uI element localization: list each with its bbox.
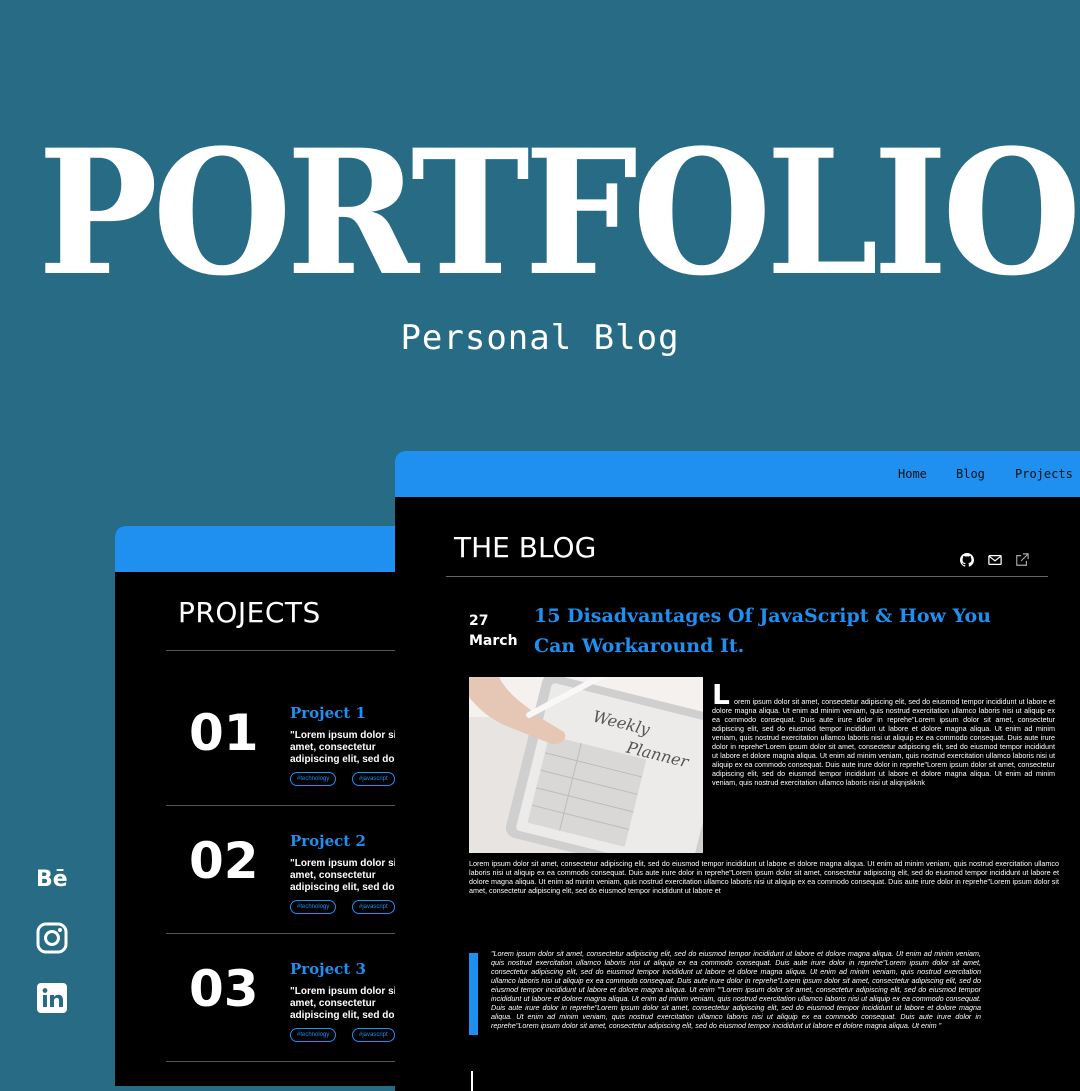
project-row[interactable]: 03 Project 3 "Lorem ipsum dolor sit amet… — [115, 938, 415, 1066]
post-date: 27 March — [469, 611, 518, 651]
project-title[interactable]: Project 3 — [290, 960, 366, 978]
projects-window: PROJECTS 01 Project 1 "Lorem ipsum dolor… — [115, 526, 415, 1086]
tag-chip[interactable]: #javascript — [352, 900, 395, 914]
project-title[interactable]: Project 2 — [290, 832, 366, 850]
blog-heading: THE BLOG — [454, 531, 597, 564]
tag-chip[interactable]: #technology — [290, 772, 337, 786]
mail-icon[interactable] — [988, 553, 1002, 567]
post-image: Weekly Planner — [469, 677, 703, 853]
nav-home[interactable]: Home — [898, 467, 927, 481]
quote-bar — [469, 953, 478, 1035]
divider — [166, 805, 415, 806]
blog-navbar: Home Blog Projects — [395, 451, 1080, 497]
tag-chip[interactable]: #technology — [290, 900, 337, 914]
project-row[interactable]: 01 Project 1 "Lorem ipsum dolor sit amet… — [115, 682, 415, 810]
blockquote: "Lorem ipsum dolor sit amet, consectetur… — [491, 949, 981, 1030]
divider — [166, 650, 415, 651]
linkedin-icon[interactable] — [36, 982, 68, 1014]
instagram-icon[interactable] — [36, 922, 68, 954]
behance-label: Bē — [36, 867, 68, 892]
post-paragraph: Lorem ipsum dolor sit amet, consectetur … — [469, 859, 1059, 895]
tag-chip[interactable]: #javascript — [352, 1028, 395, 1042]
post-paragraph: orem ipsum dolor sit amet, consectetur a… — [712, 697, 1055, 787]
github-icon[interactable] — [960, 553, 974, 567]
project-number: 03 — [189, 960, 259, 1018]
divider — [166, 1061, 415, 1062]
hero-title: PORTFOLIO — [37, 111, 1080, 314]
projects-heading: PROJECTS — [178, 596, 321, 629]
divider — [446, 576, 1048, 577]
project-row[interactable]: 02 Project 2 "Lorem ipsum dolor sit amet… — [115, 810, 415, 938]
post-title[interactable]: 15 Disadvantages Of JavaScript & How You… — [534, 601, 1004, 661]
nav-projects[interactable]: Projects — [1015, 467, 1073, 481]
post-day: 27 — [469, 613, 489, 629]
tag-chip[interactable]: #technology — [290, 1028, 337, 1042]
blog-window: Home Blog Projects THE BLOG 27 March 15 … — [395, 451, 1080, 1091]
hero-subtitle: Personal Blog — [400, 318, 680, 358]
project-number: 02 — [189, 832, 259, 890]
divider — [166, 933, 415, 934]
nav-blog[interactable]: Blog — [956, 467, 985, 481]
project-number: 01 — [189, 704, 259, 762]
external-link-icon[interactable] — [1015, 553, 1029, 567]
projects-window-titlebar — [115, 526, 415, 572]
tag-chip[interactable]: #javascript — [352, 772, 395, 786]
project-title[interactable]: Project 1 — [290, 704, 366, 722]
behance-icon[interactable]: Bē — [36, 864, 68, 896]
divider — [471, 1071, 473, 1091]
post-month: March — [469, 633, 518, 649]
